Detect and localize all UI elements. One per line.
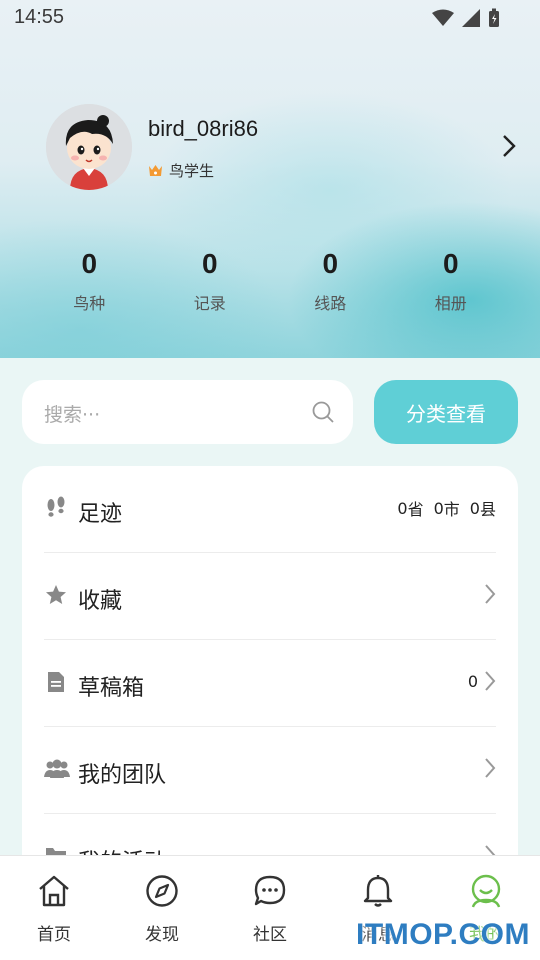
row-trailing: 0 [468, 670, 496, 692]
search-placeholder: 搜索··· [44, 404, 101, 426]
row-trailing [484, 583, 496, 605]
tab-label: 社区 [253, 925, 287, 945]
cartoon-avatar-image [46, 104, 132, 190]
province-count: 0 [397, 498, 408, 518]
drafts-count: 0 [467, 671, 478, 691]
home-icon [39, 875, 69, 907]
avatar[interactable] [46, 104, 132, 190]
stat-albums[interactable]: 0 相册 [391, 248, 512, 314]
watermark: ITMOP.COM [356, 918, 530, 951]
search-icon[interactable] [311, 400, 335, 424]
tab-community[interactable]: 社区 [216, 856, 324, 960]
stat-label: 记录 [193, 294, 226, 313]
search-input[interactable]: 搜索··· [22, 380, 353, 444]
footprints-icon [47, 496, 65, 517]
menu-item-label: 收藏 [78, 589, 123, 614]
stat-label: 相册 [434, 294, 467, 313]
crown-badge-icon [149, 165, 162, 176]
group-icon [44, 759, 70, 778]
chevron-right-icon [485, 584, 496, 604]
menu-item-drafts[interactable]: 草稿箱 0 [44, 640, 496, 727]
chat-icon [254, 875, 286, 906]
chevron-right-icon [485, 758, 496, 778]
stat-records[interactable]: 0 记录 [150, 248, 271, 314]
city-unit: 市 [443, 500, 460, 519]
document-icon [48, 672, 64, 692]
stat-species[interactable]: 0 鸟种 [29, 248, 150, 314]
stat-value: 0 [322, 248, 339, 279]
status-icons [432, 8, 500, 28]
menu-item-label: 足迹 [78, 502, 123, 527]
status-bar: 14:55 [0, 0, 540, 36]
tab-home[interactable]: 首页 [0, 856, 108, 960]
stat-label: 线路 [314, 294, 347, 313]
tab-discover[interactable]: 发现 [108, 856, 216, 960]
user-level-label: 鸟学生 [169, 162, 215, 180]
bell-icon [363, 875, 393, 907]
status-time: 14:55 [14, 6, 65, 28]
province-unit: 省 [407, 500, 424, 519]
menu-item-label: 我的团队 [78, 763, 167, 788]
stat-value: 0 [81, 248, 98, 279]
chevron-right-icon[interactable] [502, 134, 516, 158]
tab-label: 发现 [145, 925, 179, 945]
stat-value: 0 [442, 248, 459, 279]
battery-icon [489, 8, 499, 27]
wifi-icon [432, 9, 454, 26]
user-level: 鸟学生 [148, 160, 214, 181]
profile-header: 14:55 bird_08ri86 鸟学生 0 鸟种 0 记录 0 线路 0 相… [0, 0, 540, 358]
county-unit: 县 [479, 500, 496, 519]
star-icon [46, 585, 66, 604]
footprint-summary: 0 省 0 市 0 县 [397, 496, 496, 520]
chevron-right-icon [485, 671, 496, 691]
signal-icon [462, 9, 480, 27]
menu-item-footprint[interactable]: 足迹 0 省 0 市 0 县 [44, 466, 496, 553]
stat-routes[interactable]: 0 线路 [270, 248, 391, 314]
stat-value: 0 [201, 248, 218, 279]
category-view-button[interactable]: 分类查看 [374, 380, 518, 444]
tab-label: 首页 [37, 925, 71, 945]
menu-item-label: 草稿箱 [78, 676, 145, 701]
user-icon [471, 874, 501, 908]
county-count: 0 [469, 498, 480, 518]
row-trailing [484, 757, 496, 779]
username: bird_08ri86 [148, 116, 259, 141]
city-count: 0 [433, 498, 444, 518]
stat-label: 鸟种 [73, 294, 106, 313]
stats-row: 0 鸟种 0 记录 0 线路 0 相册 [29, 248, 511, 314]
menu-item-team[interactable]: 我的团队 [44, 727, 496, 814]
compass-icon [146, 875, 178, 907]
menu-item-favorites[interactable]: 收藏 [44, 553, 496, 640]
